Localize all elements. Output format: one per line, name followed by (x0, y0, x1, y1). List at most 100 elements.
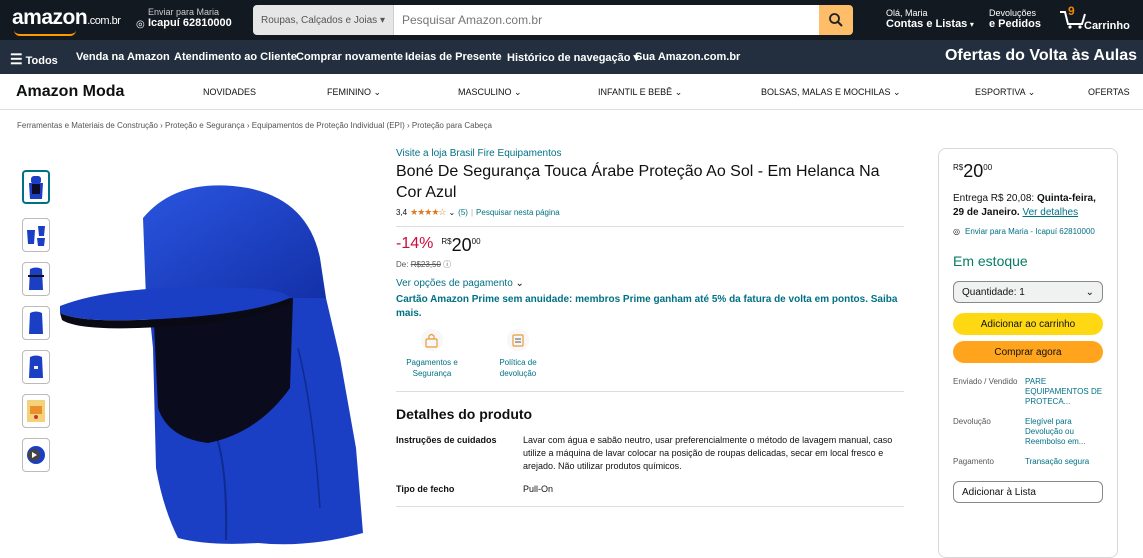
thumbnail-multiview-image (27, 226, 45, 246)
buybox-currency: R$ (953, 163, 964, 172)
chevron-down-icon: ⌄ (1085, 286, 1094, 298)
search-input[interactable] (394, 5, 819, 35)
nav-item-buy-again[interactable]: Comprar novamente (296, 51, 403, 63)
breadcrumb[interactable]: Ferramentas e Materiais de Construção › … (17, 121, 492, 130)
deliver-line2: Icapuí 62810000 (148, 17, 232, 29)
quantity-select[interactable]: Quantidade: 1 ⌄ (953, 281, 1103, 303)
chevron-down-icon: ⌄ (515, 278, 524, 289)
info-key: Pagamento (953, 457, 994, 466)
search-bar: Roupas, Calçados e Joias ▾ (253, 5, 853, 35)
search-button[interactable] (819, 5, 853, 35)
rating-count-link[interactable]: (5) (458, 208, 468, 217)
payment-security-feature[interactable]: Pagamentos e Segurança (396, 329, 468, 379)
store-nav-item[interactable]: NOVIDADES (203, 87, 256, 97)
deliver-to[interactable]: Enviar para Maria ◎ Icapuí 62810000 (136, 7, 232, 30)
store-nav-item[interactable]: OFERTAS (1088, 87, 1130, 97)
thumbnail-4[interactable] (22, 306, 50, 340)
cart-count: 9 (1068, 4, 1075, 18)
top-nav: amazon.com.br Enviar para Maria ◎ Icapuí… (0, 0, 1143, 40)
product-info: Visite a loja Brasil Fire Equipamentos B… (396, 148, 904, 515)
thumbnail-3[interactable] (22, 262, 50, 296)
store-nav-item[interactable]: INFANTIL E BEBÊ ⌄ (598, 87, 682, 98)
cart-button[interactable]: 9 Carrinho (1058, 4, 1130, 33)
seller-info-row: Devolução Elegível para Devolução ou Ree… (953, 417, 1103, 447)
main-product-image[interactable] (58, 148, 372, 553)
details-key: Tipo de fecho (396, 484, 455, 494)
feature-label: Pagamentos e Segurança (406, 358, 458, 378)
logo-smile-icon (14, 30, 76, 36)
buybox-price-whole: 20 (963, 161, 984, 181)
nav-item-history[interactable]: Histórico de navegação ▾ (507, 51, 639, 64)
buy-now-button[interactable]: Comprar agora (953, 341, 1103, 363)
amazon-logo[interactable]: amazon.com.br (12, 6, 121, 36)
thumbnail-1[interactable] (22, 170, 50, 204)
list-price: De: R$23,50 ⓘ (396, 260, 452, 269)
prime-promo-link[interactable]: Cartão Amazon Prime sem anuidade: membro… (396, 293, 904, 321)
lock-card-icon (425, 333, 438, 348)
buybox-price-cents: 00 (983, 163, 993, 172)
search-page-link[interactable]: Pesquisar nesta página (476, 208, 560, 217)
thumbnail-label-image (27, 400, 45, 422)
returns-orders[interactable]: Devoluções e Pedidos (989, 8, 1041, 30)
payment-options-link[interactable]: Ver opções de pagamento ⌄ (396, 278, 904, 289)
search-icon (829, 13, 843, 27)
add-to-cart-button[interactable]: Adicionar ao carrinho (953, 313, 1103, 335)
add-to-list-button[interactable]: Adicionar à Lista (953, 481, 1103, 503)
seller-link[interactable]: PARE EQUIPAMENTOS DE PROTECA... (1025, 377, 1103, 407)
search-category-select[interactable]: Roupas, Calçados e Joias ▾ (253, 5, 394, 35)
thumbnail-cap-image (28, 267, 44, 290)
delivery-location-link[interactable]: ◎ Enviar para Maria - Icapuí 62810000 (953, 226, 1103, 237)
store-nav-item[interactable]: ESPORTIVA ⌄ (975, 87, 1035, 98)
details-row: Instruções de cuidados Lavar com água e … (396, 434, 904, 473)
delivery-info: Entrega R$ 20,08: Quinta-feira, 29 de Ja… (953, 193, 1096, 218)
store-nav-item[interactable]: FEMININO ⌄ (327, 87, 381, 98)
price-row: -14% R$ 20 00 (396, 235, 904, 256)
returns-line2: e Pedidos (989, 18, 1041, 30)
return-policy-feature[interactable]: Política de devolução (482, 329, 554, 379)
nav-item-gift-ideas[interactable]: Ideias de Presente (405, 51, 502, 63)
thumbnail-2[interactable] (22, 218, 50, 252)
delivery-details-link[interactable]: Ver detalhes (1022, 207, 1078, 218)
stock-status: Em estoque (953, 253, 1028, 269)
store-nav-item[interactable]: MASCULINO ⌄ (458, 87, 522, 98)
store-brand[interactable]: Amazon Moda (16, 83, 124, 101)
store-link[interactable]: Visite a loja Brasil Fire Equipamentos (396, 148, 904, 159)
location-pin-icon: ◎ (953, 227, 960, 236)
thumbnail-video[interactable] (22, 438, 50, 472)
return-policy-link[interactable]: Elegível para Devolução ou Reembolso em.… (1025, 417, 1103, 447)
secure-transaction-link[interactable]: Transação segura (1025, 457, 1103, 467)
nav-item-customer-service[interactable]: Atendimento ao Cliente (174, 51, 297, 63)
nav-item-your-amazon[interactable]: Sua Amazon.com.br (635, 51, 740, 63)
details-title: Detalhes do produto (396, 406, 533, 422)
info-key: Enviado / Vendido (953, 377, 1018, 386)
store-nav: Amazon Moda NOVIDADES FEMININO ⌄ MASCULI… (0, 74, 1143, 110)
play-video-icon (27, 446, 45, 464)
details-key: Instruções de cuidados (396, 435, 497, 445)
seller-info-row: Pagamento Transação segura (953, 457, 1103, 467)
thumbnail-6[interactable] (22, 394, 50, 428)
account-lists[interactable]: Olá, Maria Contas e Listas ▾ (886, 8, 974, 30)
divider (396, 391, 904, 392)
price-currency: R$ (441, 237, 452, 246)
rating-value: 3,4 (396, 208, 408, 217)
thumbnail-5[interactable] (22, 350, 50, 384)
all-menu-button[interactable]: ☰ Todos (10, 51, 58, 68)
discount-badge: -14% (396, 235, 434, 252)
cart-label: Carrinho (1084, 20, 1130, 32)
promo-banner[interactable]: Ofertas do Volta às Aulas (945, 47, 1137, 65)
rating-row: 3,4 ★★★★☆ ⌄ (5) | Pesquisar nesta página (396, 207, 560, 218)
store-nav-item[interactable]: BOLSAS, MALAS E MOCHILAS ⌄ (761, 87, 901, 98)
product-title: Boné De Segurança Touca Árabe Proteção A… (396, 163, 880, 201)
divider (396, 506, 904, 507)
info-icon[interactable]: ⓘ (443, 260, 451, 269)
star-rating-icon[interactable]: ★★★★☆ (410, 207, 446, 218)
secondary-nav: ☰ Todos Venda na Amazon Atendimento ao C… (0, 40, 1143, 74)
buy-box: R$ 20 00 Entrega R$ 20,08: Quinta-feira,… (938, 148, 1118, 558)
feature-icons: Pagamentos e Segurança Política de devol… (396, 329, 904, 379)
seller-info: Enviado / Vendido PARE EQUIPAMENTOS DE P… (953, 377, 1103, 467)
arab-cap-image (60, 185, 363, 545)
buybox-price: R$ 20 00 (953, 161, 1103, 182)
rating-dropdown-icon[interactable]: ⌄ (448, 208, 455, 217)
nav-item-sell[interactable]: Venda na Amazon (76, 51, 170, 63)
details-row: Tipo de fecho Pull-On (396, 483, 904, 496)
